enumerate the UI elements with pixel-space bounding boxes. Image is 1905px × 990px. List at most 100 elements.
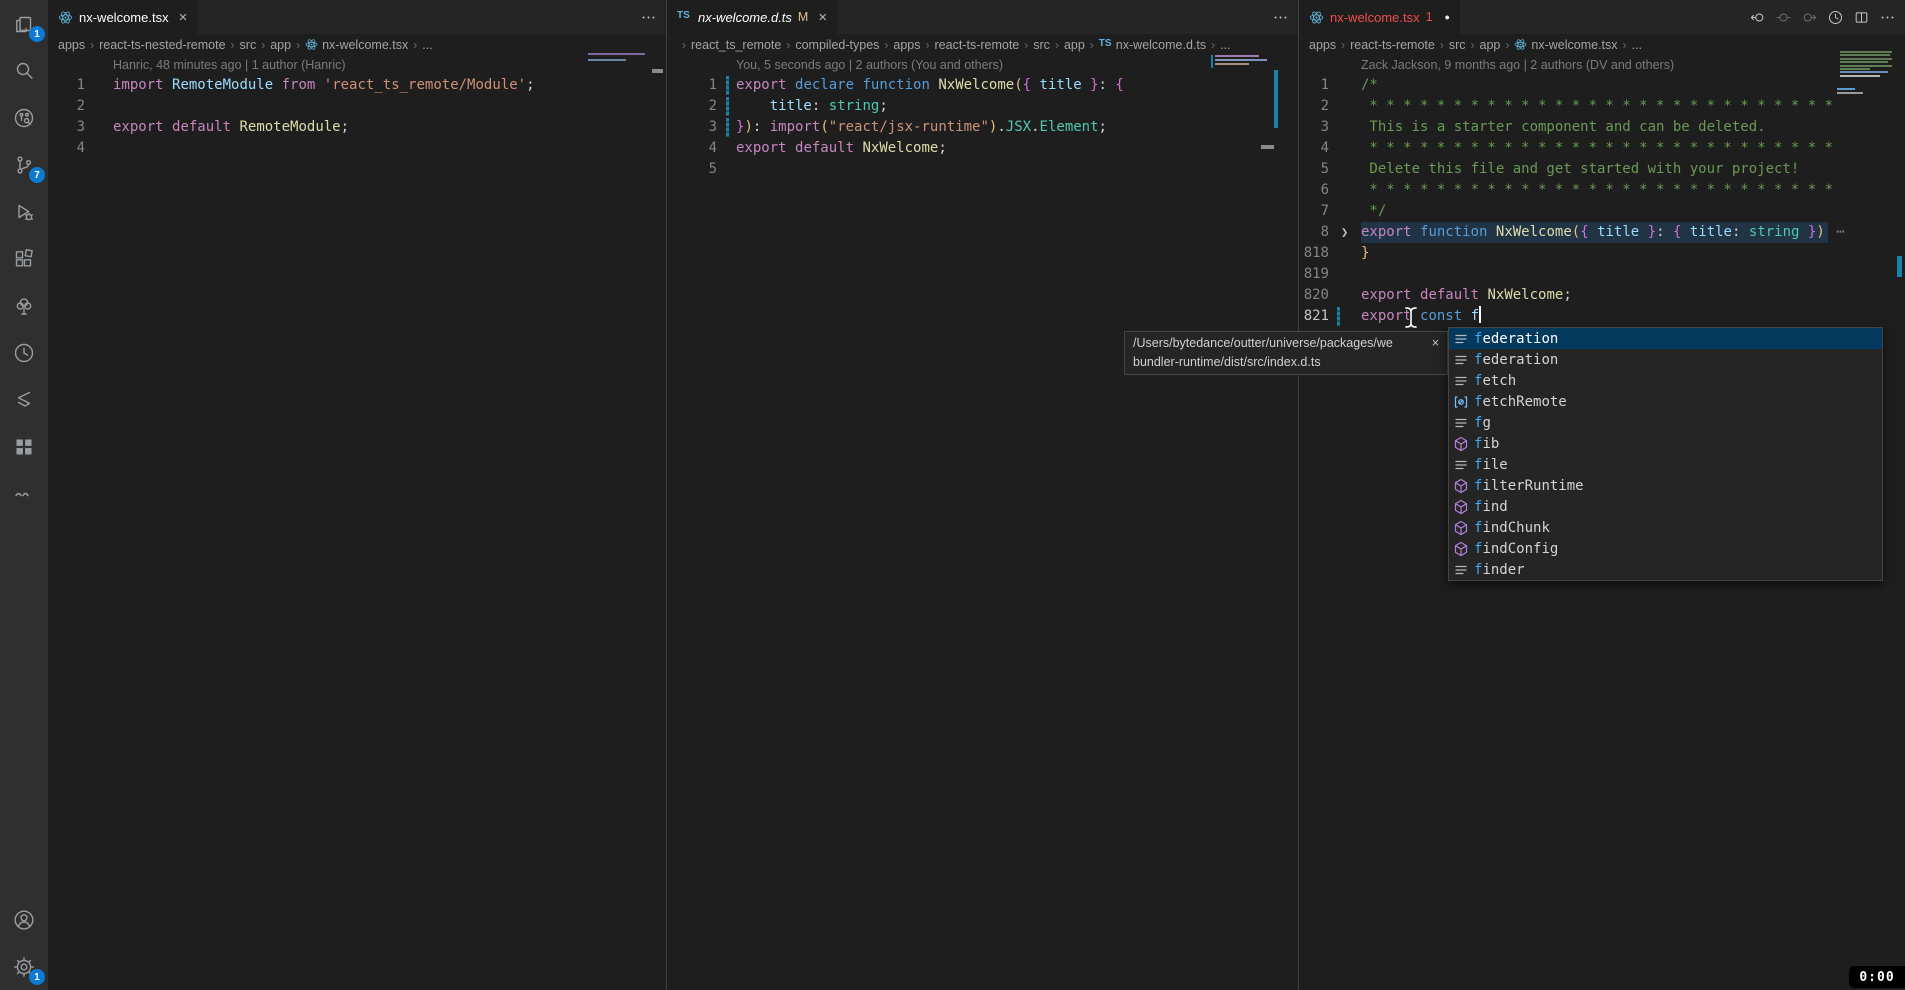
tree-extension-icon[interactable] bbox=[0, 282, 48, 329]
editor-pane[interactable]: You, 5 seconds ago | 2 authors (You and … bbox=[667, 55, 1298, 180]
prev-change-icon[interactable] bbox=[1749, 9, 1766, 26]
history-icon[interactable] bbox=[0, 329, 48, 376]
tab-nx-welcome.tsx[interactable]: nx-welcome.tsx1● bbox=[1299, 0, 1460, 34]
breadcrumb-item-apps[interactable]: apps bbox=[58, 38, 85, 52]
run-debug-icon[interactable] bbox=[0, 188, 48, 235]
breadcrumb-item-apps[interactable]: apps bbox=[1309, 38, 1336, 52]
account-icon[interactable] bbox=[0, 896, 48, 943]
grid-extension-icon[interactable] bbox=[0, 423, 48, 470]
more-icon[interactable] bbox=[1879, 9, 1896, 26]
suggest-item-federation[interactable]: federation bbox=[1449, 349, 1882, 370]
suggest-item-findConfig[interactable]: findConfig bbox=[1449, 538, 1882, 559]
breadcrumb-item-app[interactable]: app bbox=[270, 38, 291, 52]
close-icon[interactable]: × bbox=[1426, 334, 1439, 353]
tab-nx-welcome.d.ts[interactable]: TSnx-welcome.d.tsM× bbox=[667, 0, 837, 34]
breadcrumb-item-src[interactable]: src bbox=[240, 38, 257, 52]
code-line[interactable]: 2 bbox=[48, 96, 666, 117]
code-line[interactable]: 1/* bbox=[1299, 75, 1905, 96]
code-line[interactable]: 4 bbox=[48, 138, 666, 159]
commit-graph-icon[interactable] bbox=[0, 94, 48, 141]
code-line[interactable]: 4export default NxWelcome; bbox=[667, 138, 1298, 159]
minimap-decoration bbox=[1837, 88, 1855, 90]
close-icon[interactable]: × bbox=[179, 9, 188, 26]
fold-chevron-icon[interactable]: ❯ bbox=[1341, 222, 1348, 243]
breadcrumb-item-...[interactable]: ... bbox=[1220, 38, 1230, 52]
suggest-item-fg[interactable]: fg bbox=[1449, 412, 1882, 433]
suggest-item-finder[interactable]: finder bbox=[1449, 559, 1882, 580]
breadcrumb-separator: › bbox=[261, 38, 265, 52]
suggest-item-fetchRemote[interactable]: fetchRemote bbox=[1449, 391, 1882, 412]
code-line[interactable]: 4 * * * * * * * * * * * * * * * * * * * … bbox=[1299, 138, 1905, 159]
code-line[interactable]: 2 * * * * * * * * * * * * * * * * * * * … bbox=[1299, 96, 1905, 117]
badge: 7 bbox=[29, 167, 45, 183]
folded-region-highlight: export function NxWelcome({ title }: { t… bbox=[1361, 222, 1828, 243]
text-icon bbox=[1453, 331, 1469, 347]
editor-pane[interactable]: Zack Jackson, 9 months ago | 2 authors (… bbox=[1299, 55, 1905, 327]
code-line[interactable]: 8❯export function NxWelcome({ title }: {… bbox=[1299, 222, 1905, 243]
suggest-item-file[interactable]: file bbox=[1449, 454, 1882, 475]
history-icon[interactable] bbox=[1827, 9, 1844, 26]
code-line[interactable]: 3export default RemoteModule; bbox=[48, 117, 666, 138]
fold-ellipsis[interactable]: ⋯ bbox=[1828, 224, 1845, 240]
source-control-icon[interactable]: 7 bbox=[0, 141, 48, 188]
tab-nx-welcome.tsx[interactable]: nx-welcome.tsx× bbox=[48, 0, 197, 34]
curr-change-icon[interactable] bbox=[1775, 9, 1792, 26]
breadcrumb-item-nx-welcome.tsx[interactable]: nx-welcome.tsx bbox=[1514, 38, 1617, 52]
code-line[interactable]: 819 bbox=[1299, 264, 1905, 285]
suggest-item-findChunk[interactable]: findChunk bbox=[1449, 517, 1882, 538]
breadcrumb-item-app[interactable]: app bbox=[1064, 38, 1085, 52]
split-editor-icon[interactable] bbox=[1853, 9, 1870, 26]
explorer-icon[interactable]: 1 bbox=[0, 0, 48, 47]
code-line[interactable]: 818} bbox=[1299, 243, 1905, 264]
breadcrumb-item-react-ts-remote[interactable]: react-ts-remote bbox=[935, 38, 1020, 52]
squiggle-extension-icon[interactable] bbox=[0, 470, 48, 517]
suggest-item-filterRuntime[interactable]: filterRuntime bbox=[1449, 475, 1882, 496]
breadcrumb-item-react-ts-remote[interactable]: react-ts-remote bbox=[1350, 38, 1435, 52]
badge: 1 bbox=[29, 969, 45, 985]
next-change-icon[interactable] bbox=[1801, 9, 1818, 26]
tab-bar: TSnx-welcome.d.tsM× bbox=[667, 0, 1298, 34]
breadcrumb-item-reacttsremote[interactable]: react_ts_remote bbox=[691, 38, 781, 52]
code-text: Delete this file and get started with yo… bbox=[1361, 159, 1905, 180]
minimap-decoration bbox=[1215, 59, 1267, 61]
method-icon bbox=[1453, 436, 1469, 452]
breadcrumb-item-react-ts-nested-remote[interactable]: react-ts-nested-remote bbox=[99, 38, 225, 52]
breadcrumb-item-...[interactable]: ... bbox=[1632, 38, 1642, 52]
editor-pane[interactable]: Hanric, 48 minutes ago | 1 author (Hanri… bbox=[48, 55, 666, 159]
breadcrumb-item-nx-welcome.d.ts[interactable]: TSnx-welcome.d.ts bbox=[1099, 38, 1206, 52]
line-number: 1 bbox=[48, 75, 85, 96]
suggest-item-fib[interactable]: fib bbox=[1449, 433, 1882, 454]
breadcrumb-item-src[interactable]: src bbox=[1033, 38, 1050, 52]
nx-console-icon[interactable] bbox=[0, 376, 48, 423]
code-line[interactable]: 820export default NxWelcome; bbox=[1299, 285, 1905, 306]
breadcrumb-item-nx-welcome.tsx[interactable]: nx-welcome.tsx bbox=[305, 38, 408, 52]
code-line[interactable]: 1export declare function NxWelcome({ tit… bbox=[667, 75, 1298, 96]
code-line[interactable]: 5 bbox=[667, 159, 1298, 180]
suggest-item-find[interactable]: find bbox=[1449, 496, 1882, 517]
breadcrumb-item-apps[interactable]: apps bbox=[893, 38, 920, 52]
text-cursor bbox=[1479, 306, 1481, 323]
extensions-icon[interactable] bbox=[0, 235, 48, 282]
code-line[interactable]: 6 * * * * * * * * * * * * * * * * * * * … bbox=[1299, 180, 1905, 201]
gutter: 3 bbox=[1299, 117, 1361, 138]
code-line[interactable]: 1import RemoteModule from 'react_ts_remo… bbox=[48, 75, 666, 96]
code-line[interactable]: 3 This is a starter component and can be… bbox=[1299, 117, 1905, 138]
settings-gear-icon[interactable]: 1 bbox=[0, 943, 48, 990]
code-line[interactable]: 2 title: string; bbox=[667, 96, 1298, 117]
breadcrumb-item-compiled-types[interactable]: compiled-types bbox=[795, 38, 879, 52]
code-line[interactable]: 3}): import("react/jsx-runtime").JSX.Ele… bbox=[667, 117, 1298, 138]
close-icon[interactable]: × bbox=[818, 9, 827, 26]
code-line[interactable]: 821export const f bbox=[1299, 306, 1905, 327]
more-icon[interactable] bbox=[640, 9, 657, 26]
gutter: 2 bbox=[1299, 96, 1361, 117]
search-icon[interactable] bbox=[0, 47, 48, 94]
suggest-item-federation[interactable]: federation bbox=[1449, 328, 1882, 349]
suggest-item-fetch[interactable]: fetch bbox=[1449, 370, 1882, 391]
more-icon[interactable] bbox=[1272, 9, 1289, 26]
breadcrumb-item-src[interactable]: src bbox=[1449, 38, 1466, 52]
line-number: 2 bbox=[1299, 96, 1329, 117]
code-line[interactable]: 7 */ bbox=[1299, 201, 1905, 222]
breadcrumb-item-...[interactable]: ... bbox=[422, 38, 432, 52]
code-line[interactable]: 5 Delete this file and get started with … bbox=[1299, 159, 1905, 180]
breadcrumb-item-app[interactable]: app bbox=[1480, 38, 1501, 52]
